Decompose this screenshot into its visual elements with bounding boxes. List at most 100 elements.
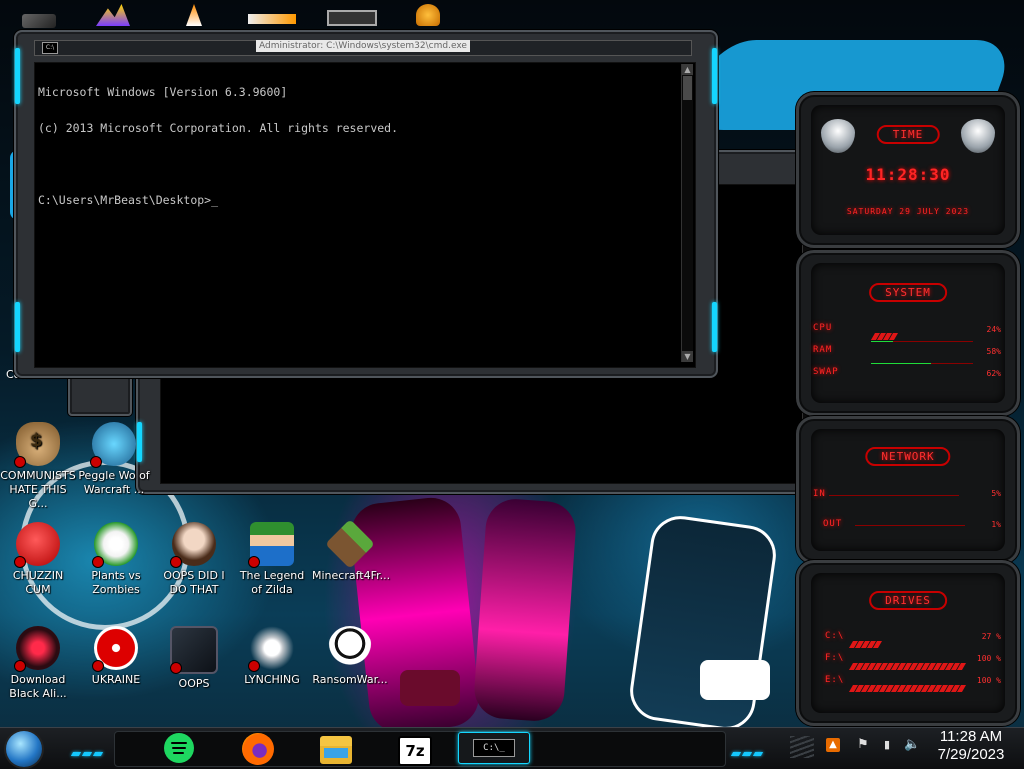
drive-e-value: 100 % [976,676,1001,685]
drives-badge: DRIVES [869,591,947,610]
peggle-icon [90,422,136,468]
pixel-character-icon [248,522,294,568]
cmd-output[interactable]: Microsoft Windows [Version 6.3.9600] (c)… [38,62,398,218]
7zip-icon[interactable]: 7z [398,736,432,766]
desktop-icon-label: The Legend of Zilda [239,569,305,596]
swap-value: 62% [986,369,1001,378]
cmd-line-copyright: (c) 2013 Microsoft Corporation. All righ… [38,121,399,135]
chuzzle-icon [14,522,60,568]
desktop-icon-label: Minecraft4Fr... [312,569,391,582]
desktop-icon-label: LYNCHING [244,673,300,686]
drive-f-meter [848,655,967,670]
desktop-icon-label: OOPS [178,677,210,690]
monitor-icon [170,626,218,674]
cmd-scrollbar[interactable]: ▲ ▼ [681,64,693,362]
taskbar-led-right [730,741,765,760]
drive-e-meter [848,677,967,692]
flower-icon [92,522,138,568]
desktop-icon-download-black-ali[interactable]: Download Black Ali... [0,626,76,701]
taskbar-date: 7/29/2023 [937,746,1005,763]
firefox-icon[interactable] [242,733,274,765]
file-explorer-icon[interactable] [320,736,352,764]
cmd-window-title: Administrator: C:\Windows\system32\cmd.e… [256,40,470,52]
portrait-icon [170,522,216,568]
radiation-icon [92,626,138,672]
net-out-label: OUT [823,519,843,529]
taskbar-tray-separator [790,736,814,758]
volume-icon[interactable]: 🔈 [904,738,920,752]
scroll-down-arrow-icon[interactable]: ▼ [682,351,693,362]
start-button[interactable] [6,731,42,767]
drive-e-label: E:\ [825,675,845,685]
cmd-taskbar-glyph: C:\_ [473,739,515,757]
spotify-icon[interactable] [164,733,194,763]
net-in-graph [829,495,959,496]
network-tray-icon[interactable]: ▮ [880,738,894,752]
drive-c-value: 27 % [981,632,1001,641]
skull-icon [328,626,372,670]
desktop-icon-plants-vs-zombies[interactable]: Plants vs Zombies [78,522,154,597]
cpu-value: 24% [986,325,1001,334]
desktop-icon-oops[interactable]: OOPS [156,626,232,691]
swap-label: SWAP [813,367,839,377]
ram-graph [871,341,893,342]
desktop-icon-label: COMMUNISTS HATE THIS G... [0,469,76,510]
clock-display: 11:28:30 [865,165,951,184]
cpu-label: CPU [813,323,833,333]
desktop-icon-legend-of-zilda[interactable]: The Legend of Zilda [234,522,310,597]
partial-app-icon-1[interactable] [22,14,56,28]
partial-app-icon-3[interactable] [248,14,296,24]
drive-f-label: F:\ [825,653,845,663]
net-out-value: 1% [991,520,1001,529]
taskbar-time: 11:28 AM [939,728,1003,745]
cpu-meter [870,325,899,340]
cmd-prompt[interactable]: C:\Users\MrBeast\Desktop>_ [38,194,398,206]
money-bag-icon: $ [14,422,60,468]
taskbar-led-left [70,741,105,760]
ram-value: 58% [986,347,1001,356]
drives-gadget[interactable]: DRIVES C:\ 27 % F:\ 100 % E:\ 100 % [796,560,1020,726]
cmd-window-stack-edge [68,372,132,416]
desktop-icon-minecraft[interactable]: Minecraft4Fr... [312,519,391,583]
system-badge: SYSTEM [869,283,947,302]
drive-c-label: C:\ [825,631,845,641]
desktop-icon-peggle[interactable]: Peggle Wo of Warcraft ... [76,422,152,497]
date-display: SATURDAY 29 JULY 2023 [846,207,970,216]
scroll-thumb[interactable] [683,76,692,100]
net-in-label: IN [813,489,826,499]
desktop-icon-label: UKRAINE [91,673,141,686]
partial-app-icon-5[interactable] [416,4,440,26]
desktop-icon-label: Peggle Wo of Warcraft ... [78,469,150,496]
time-badge: TIME [876,125,940,144]
vlc-tray-icon[interactable]: ▲ [826,738,840,752]
desktop-icon-lynching[interactable]: LYNCHING [234,626,310,687]
desktop-icon-label: Plants vs Zombies [91,569,141,596]
drive-f-value: 100 % [976,654,1001,663]
system-gadget[interactable]: SYSTEM CPU 24% RAM 58% SWAP 62% [796,250,1020,416]
net-in-value: 5% [991,489,1001,498]
taskbar-clock[interactable]: 11:28 AM 7/29/2023 [930,728,1012,764]
swap-graph [871,363,931,364]
network-icon [248,626,294,672]
cmd-system-icon[interactable]: C:\ [42,42,58,54]
drive-c-meter [848,633,883,648]
desktop-icon-ransomware[interactable]: RansomWar... [312,626,388,687]
desktop-icon-oops-did-i[interactable]: OOPS DID I DO THAT [156,522,232,597]
ram-label: RAM [813,345,833,355]
vlc-icon[interactable] [186,4,202,26]
network-badge: NETWORK [865,447,951,466]
desktop-icon-ukraine[interactable]: UKRAINE [78,626,154,687]
desktop-icon-communists[interactable]: $ COMMUNISTS HATE THIS G... [0,422,76,511]
desktop-icon-chuzzin[interactable]: CHUZZIN CUM [0,522,76,597]
network-gadget[interactable]: NETWORK IN 5% OUT 1% [796,416,1020,564]
red-orb-icon [14,626,60,672]
flag-icon[interactable]: ⚑ [856,738,870,752]
partial-app-icon-4[interactable] [327,10,377,26]
cmd-icon[interactable]: C:\_ [458,732,530,764]
desktop-icon-label: CHUZZIN CUM [12,569,64,596]
cmd-line-version: Microsoft Windows [Version 6.3.9600] [38,85,288,99]
scroll-up-arrow-icon[interactable]: ▲ [682,64,693,75]
net-out-graph [855,525,965,526]
time-gadget[interactable]: TIME 11:28:30 SATURDAY 29 JULY 2023 [796,92,1020,248]
partial-app-icon-2[interactable] [96,4,130,26]
